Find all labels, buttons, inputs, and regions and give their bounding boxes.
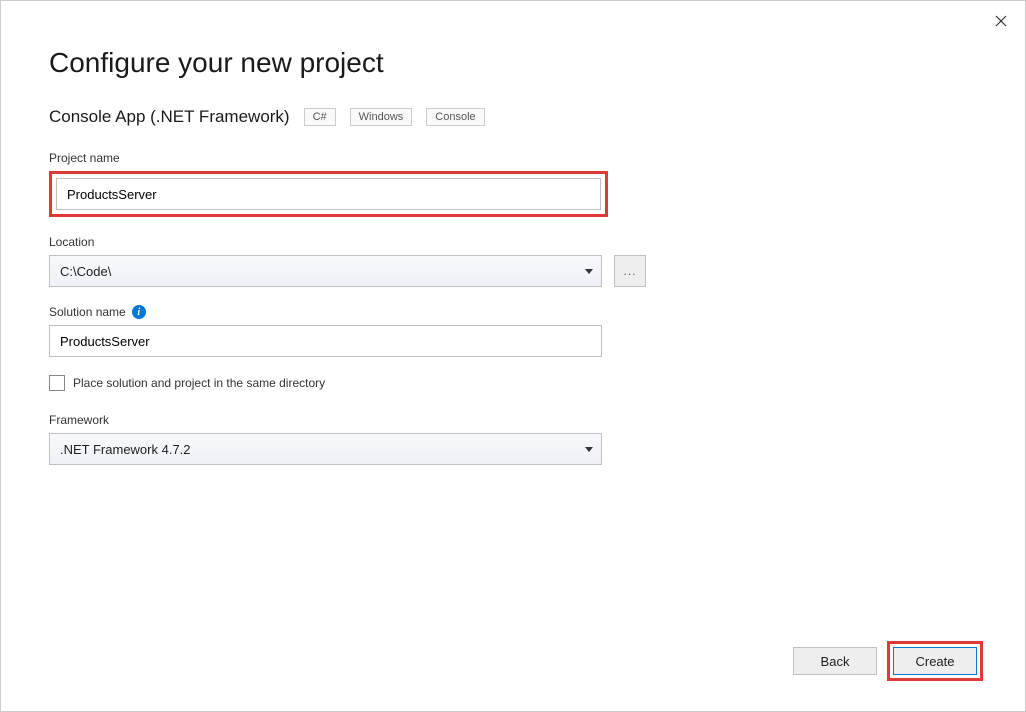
framework-value: .NET Framework 4.7.2 (60, 442, 191, 457)
template-tag: Windows (350, 108, 413, 126)
create-button[interactable]: Create (893, 647, 977, 675)
location-label: Location (49, 235, 977, 249)
same-directory-checkbox[interactable] (49, 375, 65, 391)
solution-name-label: Solution name (49, 305, 126, 319)
framework-label: Framework (49, 413, 977, 427)
project-name-label: Project name (49, 151, 977, 165)
chevron-down-icon (585, 269, 593, 274)
info-icon[interactable]: i (132, 305, 146, 319)
framework-select[interactable]: .NET Framework 4.7.2 (49, 433, 602, 465)
template-name: Console App (.NET Framework) (49, 107, 290, 127)
page-title: Configure your new project (49, 47, 977, 79)
location-value: C:\Code\ (60, 264, 111, 279)
highlight-create-button: Create (887, 641, 983, 681)
solution-name-input[interactable] (49, 325, 602, 357)
chevron-down-icon (585, 447, 593, 452)
back-button[interactable]: Back (793, 647, 877, 675)
location-select[interactable]: C:\Code\ (49, 255, 602, 287)
browse-label: ... (623, 264, 636, 278)
back-button-label: Back (821, 654, 850, 669)
close-button[interactable] (995, 11, 1007, 32)
create-button-label: Create (915, 654, 954, 669)
browse-button[interactable]: ... (614, 255, 646, 287)
template-tag: Console (426, 108, 484, 126)
project-name-input[interactable] (56, 178, 601, 210)
template-tag: C# (304, 108, 336, 126)
highlight-project-name (49, 171, 608, 217)
close-icon (995, 15, 1007, 27)
template-row: Console App (.NET Framework) C# Windows … (49, 107, 977, 127)
same-directory-label: Place solution and project in the same d… (73, 376, 325, 390)
